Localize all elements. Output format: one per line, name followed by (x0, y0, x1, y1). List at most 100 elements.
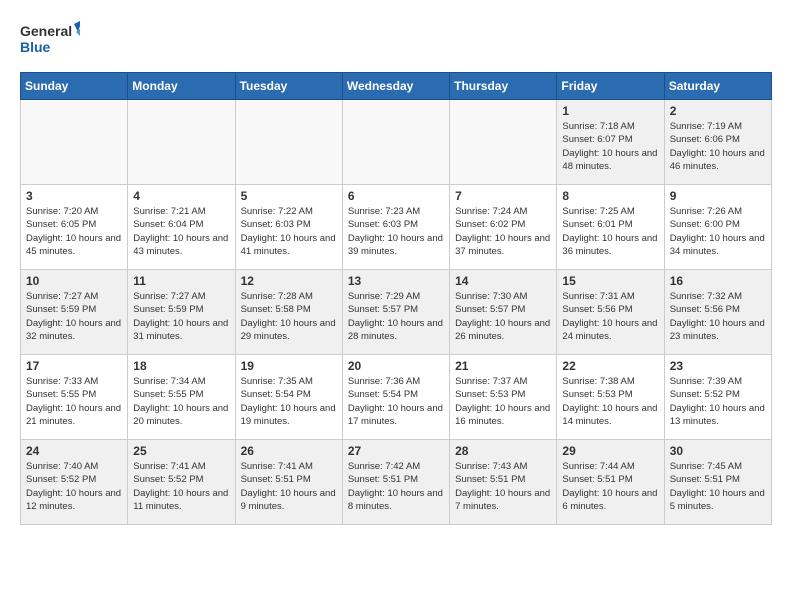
week-row-2: 3 Sunrise: 7:20 AMSunset: 6:05 PMDaylight… (21, 185, 772, 270)
day-info: Sunrise: 7:41 AMSunset: 5:52 PMDaylight:… (133, 460, 229, 513)
day-info: Sunrise: 7:25 AMSunset: 6:01 PMDaylight:… (562, 205, 658, 258)
day-info: Sunrise: 7:30 AMSunset: 5:57 PMDaylight:… (455, 290, 551, 343)
calendar-cell: 11 Sunrise: 7:27 AMSunset: 5:59 PMDayligh… (128, 270, 235, 355)
day-info: Sunrise: 7:38 AMSunset: 5:53 PMDaylight:… (562, 375, 658, 428)
logo: General Blue (20, 20, 80, 62)
calendar-cell (450, 100, 557, 185)
calendar-cell: 1Sunrise: 7:18 AMSunset: 6:07 PMDaylight… (557, 100, 664, 185)
day-headers-row: SundayMondayTuesdayWednesdayThursdayFrid… (21, 73, 772, 100)
day-info: Sunrise: 7:34 AMSunset: 5:55 PMDaylight:… (133, 375, 229, 428)
calendar-cell: 26Sunrise: 7:41 AMSunset: 5:51 PMDayligh… (235, 440, 342, 525)
day-number: 13 (348, 274, 444, 288)
column-header-friday: Friday (557, 73, 664, 100)
day-number: 17 (26, 359, 122, 373)
day-number: 8 (562, 189, 658, 203)
day-info: Sunrise: 7:40 AMSunset: 5:52 PMDaylight:… (26, 460, 122, 513)
day-info: Sunrise: 7:24 AMSunset: 6:02 PMDaylight:… (455, 205, 551, 258)
day-number: 23 (670, 359, 766, 373)
calendar-cell: 18 Sunrise: 7:34 AMSunset: 5:55 PMDayligh… (128, 355, 235, 440)
day-number: 5 (241, 189, 337, 203)
week-row-3: 10 Sunrise: 7:27 AMSunset: 5:59 PMDayligh… (21, 270, 772, 355)
calendar-cell (235, 100, 342, 185)
calendar-cell: 8 Sunrise: 7:25 AMSunset: 6:01 PMDaylight… (557, 185, 664, 270)
day-number: 4 (133, 189, 229, 203)
day-number: 25 (133, 444, 229, 458)
calendar-cell: 30 Sunrise: 7:45 AMSunset: 5:51 PMDayligh… (664, 440, 771, 525)
logo-svg: General Blue (20, 20, 80, 62)
day-number: 16 (670, 274, 766, 288)
day-info: Sunrise: 7:36 AMSunset: 5:54 PMDaylight:… (348, 375, 444, 428)
day-number: 30 (670, 444, 766, 458)
day-info: Sunrise: 7:27 AMSunset: 5:59 PMDaylight:… (133, 290, 229, 343)
day-number: 7 (455, 189, 551, 203)
day-number: 28 (455, 444, 551, 458)
day-number: 10 (26, 274, 122, 288)
calendar-cell: 24 Sunrise: 7:40 AMSunset: 5:52 PMDayligh… (21, 440, 128, 525)
day-info: Sunrise: 7:27 AMSunset: 5:59 PMDaylight:… (26, 290, 122, 343)
column-header-tuesday: Tuesday (235, 73, 342, 100)
calendar-cell: 25 Sunrise: 7:41 AMSunset: 5:52 PMDayligh… (128, 440, 235, 525)
week-row-5: 24 Sunrise: 7:40 AMSunset: 5:52 PMDayligh… (21, 440, 772, 525)
calendar-cell: 6Sunrise: 7:23 AMSunset: 6:03 PMDaylight… (342, 185, 449, 270)
column-header-thursday: Thursday (450, 73, 557, 100)
calendar-cell (342, 100, 449, 185)
calendar-cell: 7 Sunrise: 7:24 AMSunset: 6:02 PMDaylight… (450, 185, 557, 270)
calendar-cell: 3 Sunrise: 7:20 AMSunset: 6:05 PMDaylight… (21, 185, 128, 270)
day-info: Sunrise: 7:43 AMSunset: 5:51 PMDaylight:… (455, 460, 551, 513)
day-number: 15 (562, 274, 658, 288)
day-info: Sunrise: 7:26 AMSunset: 6:00 PMDaylight:… (670, 205, 766, 258)
day-info: Sunrise: 7:39 AMSunset: 5:52 PMDaylight:… (670, 375, 766, 428)
calendar-cell: 10 Sunrise: 7:27 AMSunset: 5:59 PMDayligh… (21, 270, 128, 355)
calendar-cell: 19 Sunrise: 7:35 AMSunset: 5:54 PMDayligh… (235, 355, 342, 440)
calendar-cell: 15Sunrise: 7:31 AMSunset: 5:56 PMDayligh… (557, 270, 664, 355)
day-number: 11 (133, 274, 229, 288)
column-header-monday: Monday (128, 73, 235, 100)
calendar-table: SundayMondayTuesdayWednesdayThursdayFrid… (20, 72, 772, 525)
calendar-cell (21, 100, 128, 185)
calendar-cell: 20Sunrise: 7:36 AMSunset: 5:54 PMDayligh… (342, 355, 449, 440)
column-header-saturday: Saturday (664, 73, 771, 100)
calendar-cell: 29 Sunrise: 7:44 AMSunset: 5:51 PMDayligh… (557, 440, 664, 525)
svg-text:General: General (20, 23, 72, 39)
calendar-cell: 16 Sunrise: 7:32 AMSunset: 5:56 PMDayligh… (664, 270, 771, 355)
column-header-sunday: Sunday (21, 73, 128, 100)
day-info: Sunrise: 7:44 AMSunset: 5:51 PMDaylight:… (562, 460, 658, 513)
day-info: Sunrise: 7:21 AMSunset: 6:04 PMDaylight:… (133, 205, 229, 258)
day-number: 9 (670, 189, 766, 203)
calendar-cell: 13 Sunrise: 7:29 AMSunset: 5:57 PMDayligh… (342, 270, 449, 355)
day-info: Sunrise: 7:28 AMSunset: 5:58 PMDaylight:… (241, 290, 337, 343)
calendar-cell: 5 Sunrise: 7:22 AMSunset: 6:03 PMDaylight… (235, 185, 342, 270)
calendar-cell: 23 Sunrise: 7:39 AMSunset: 5:52 PMDayligh… (664, 355, 771, 440)
day-info: Sunrise: 7:35 AMSunset: 5:54 PMDaylight:… (241, 375, 337, 428)
day-info: Sunrise: 7:41 AMSunset: 5:51 PMDaylight:… (241, 460, 337, 513)
column-header-wednesday: Wednesday (342, 73, 449, 100)
day-number: 18 (133, 359, 229, 373)
day-number: 14 (455, 274, 551, 288)
day-number: 21 (455, 359, 551, 373)
day-info: Sunrise: 7:33 AMSunset: 5:55 PMDaylight:… (26, 375, 122, 428)
calendar-cell: 22Sunrise: 7:38 AMSunset: 5:53 PMDayligh… (557, 355, 664, 440)
day-info: Sunrise: 7:19 AMSunset: 6:06 PMDaylight:… (670, 120, 766, 173)
calendar-cell: 17 Sunrise: 7:33 AMSunset: 5:55 PMDayligh… (21, 355, 128, 440)
calendar-cell: 4 Sunrise: 7:21 AMSunset: 6:04 PMDaylight… (128, 185, 235, 270)
svg-text:Blue: Blue (20, 39, 51, 55)
day-number: 2 (670, 104, 766, 118)
day-number: 24 (26, 444, 122, 458)
calendar-cell: 14 Sunrise: 7:30 AMSunset: 5:57 PMDayligh… (450, 270, 557, 355)
day-info: Sunrise: 7:32 AMSunset: 5:56 PMDaylight:… (670, 290, 766, 343)
day-number: 19 (241, 359, 337, 373)
day-info: Sunrise: 7:45 AMSunset: 5:51 PMDaylight:… (670, 460, 766, 513)
day-info: Sunrise: 7:42 AMSunset: 5:51 PMDaylight:… (348, 460, 444, 513)
calendar-cell: 12Sunrise: 7:28 AMSunset: 5:58 PMDayligh… (235, 270, 342, 355)
day-info: Sunrise: 7:20 AMSunset: 6:05 PMDaylight:… (26, 205, 122, 258)
day-info: Sunrise: 7:22 AMSunset: 6:03 PMDaylight:… (241, 205, 337, 258)
day-number: 6 (348, 189, 444, 203)
day-info: Sunrise: 7:29 AMSunset: 5:57 PMDaylight:… (348, 290, 444, 343)
day-number: 29 (562, 444, 658, 458)
week-row-4: 17 Sunrise: 7:33 AMSunset: 5:55 PMDayligh… (21, 355, 772, 440)
calendar-cell: 27Sunrise: 7:42 AMSunset: 5:51 PMDayligh… (342, 440, 449, 525)
week-row-1: 1Sunrise: 7:18 AMSunset: 6:07 PMDaylight… (21, 100, 772, 185)
day-number: 3 (26, 189, 122, 203)
day-number: 1 (562, 104, 658, 118)
calendar-cell (128, 100, 235, 185)
